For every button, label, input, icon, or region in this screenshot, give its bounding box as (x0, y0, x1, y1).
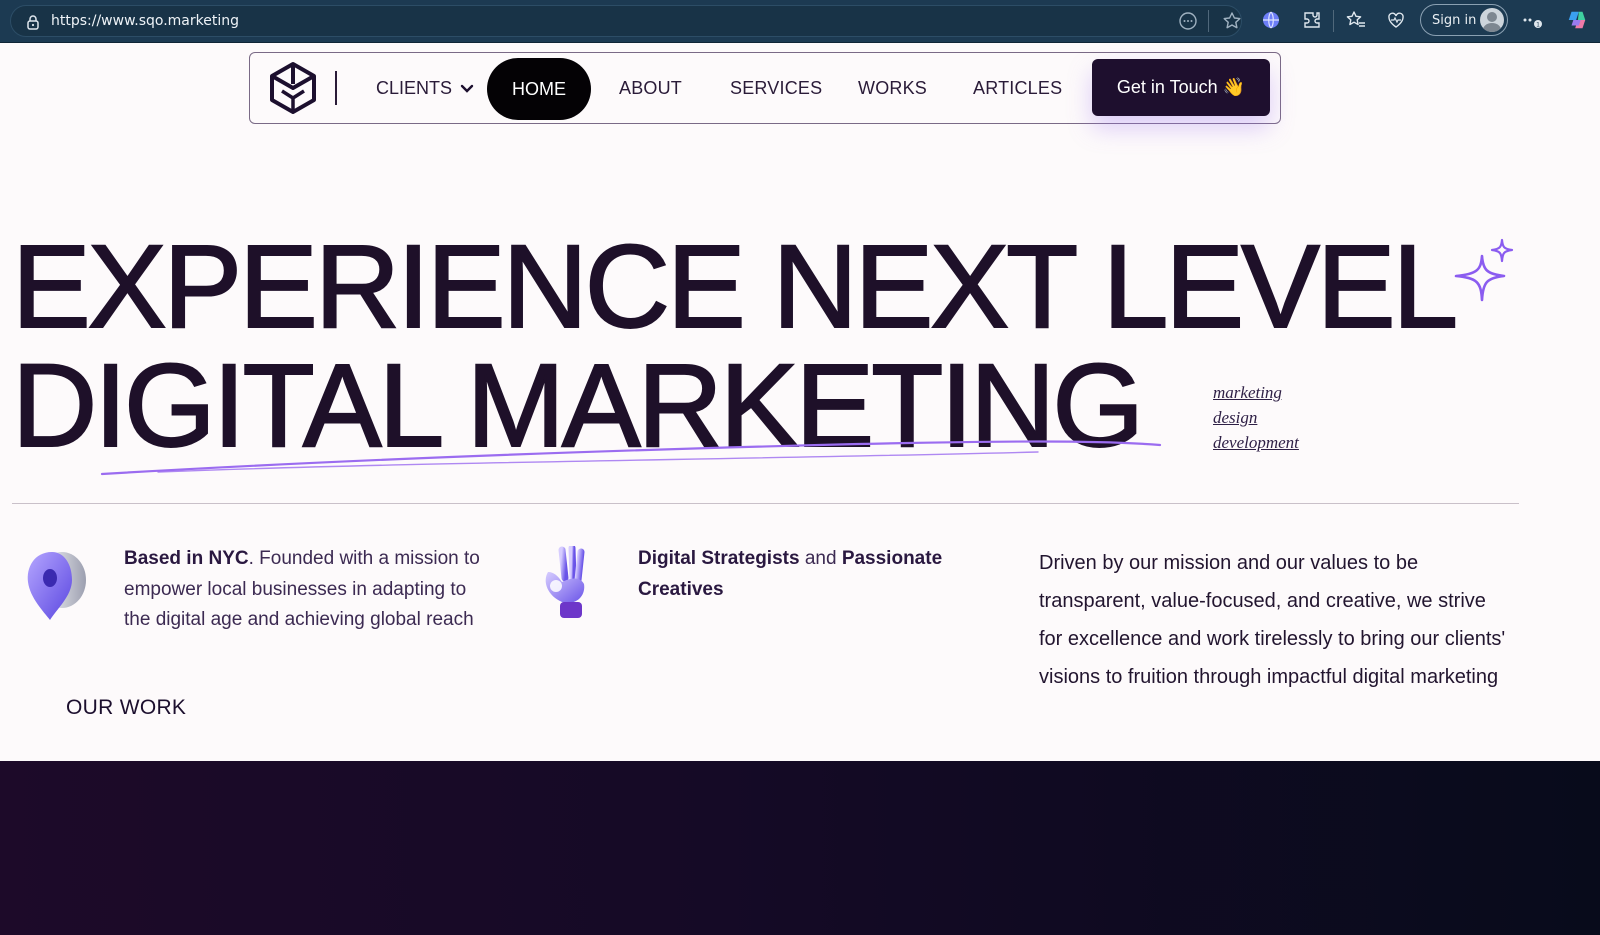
dark-section (0, 761, 1600, 935)
tag-design-link[interactable]: design (1213, 405, 1299, 430)
info-block-team: Digital Strategists and Passionate Creat… (638, 544, 978, 605)
nav-clients-dropdown[interactable]: CLIENTS (376, 78, 474, 99)
location-pin-icon (27, 552, 86, 620)
cta-label: Get in Touch (1116, 77, 1218, 97)
extensions-icon[interactable] (1301, 9, 1323, 31)
info-nyc-strong: Based in NYC (124, 548, 249, 569)
favorite-star-icon[interactable] (1221, 10, 1243, 32)
info-block-nyc: Based in NYC. Founded with a mission to … (124, 544, 494, 636)
browser-essentials-icon[interactable] (1385, 9, 1407, 31)
lock-icon[interactable] (25, 14, 41, 30)
sqo-logo[interactable] (266, 61, 320, 115)
reader-more-icon[interactable] (1177, 10, 1199, 32)
nav-home[interactable]: HOME (487, 58, 591, 120)
hand-drawn-underline (100, 440, 1162, 476)
our-work-heading: OUR WORK (66, 696, 187, 719)
get-in-touch-button[interactable]: Get in Touch 👋 (1092, 59, 1270, 116)
nav-clients-label: CLIENTS (376, 78, 453, 98)
favorites-icon[interactable] (1345, 9, 1367, 31)
nav-articles[interactable]: ARTICLES (973, 78, 1062, 99)
hero-headline-line-1: EXPERIENCE NEXT LEVEL (11, 221, 1459, 353)
ok-hand-icon (545, 546, 585, 618)
nav-about[interactable]: ABOUT (619, 78, 682, 99)
nav-services[interactable]: SERVICES (730, 78, 822, 99)
avatar (1480, 8, 1504, 32)
svg-text:1: 1 (1536, 22, 1540, 29)
tag-marketing-link[interactable]: marketing (1213, 380, 1299, 405)
sign-in-label: Sign in (1432, 13, 1477, 28)
sparkle-icon (1454, 238, 1514, 302)
url-text[interactable]: https://www.sqo.marketing (51, 13, 239, 29)
translate-icon[interactable] (1260, 9, 1282, 31)
more-options-icon[interactable]: 1 (1522, 9, 1544, 31)
waving-hand-icon: 👋 (1222, 77, 1246, 97)
section-divider (12, 503, 1519, 504)
site-navbar: CLIENTS HOME ABOUT SERVICES WORKS ARTICL… (249, 52, 1281, 124)
service-tags: marketing design development (1213, 380, 1299, 455)
tag-development-link[interactable]: development (1213, 430, 1299, 455)
info-team-and: and (799, 548, 842, 569)
sign-in-button[interactable]: Sign in (1420, 4, 1508, 36)
info-block-mission: Driven by our mission and our values to … (1039, 552, 1506, 688)
copilot-icon[interactable] (1566, 9, 1588, 31)
address-bar[interactable]: https://www.sqo.marketing (10, 5, 1242, 37)
chevron-down-icon (460, 84, 474, 93)
nav-works[interactable]: WORKS (858, 78, 927, 99)
info-team-strong-1: Digital Strategists (638, 548, 800, 569)
browser-toolbar: https://www.sqo.marketing Sign in 1 (0, 0, 1600, 43)
